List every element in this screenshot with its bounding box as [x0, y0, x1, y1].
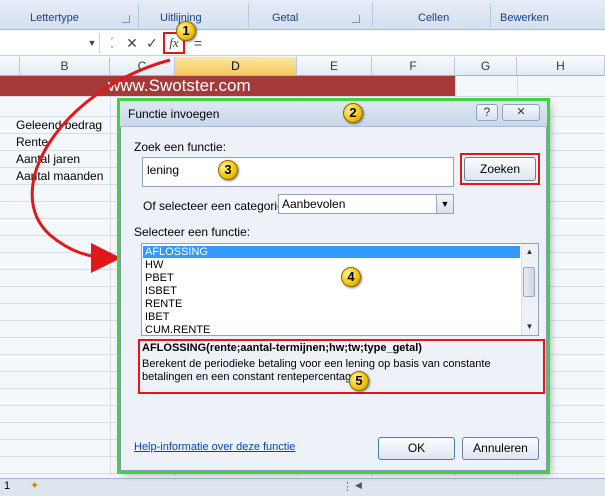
- step-badge-2: 2: [343, 103, 363, 123]
- step-badge-3: 3: [218, 160, 238, 180]
- step-badge-4: 4: [341, 267, 361, 287]
- step-badge-5: 5: [349, 371, 369, 391]
- highlight-dialog: [117, 98, 550, 474]
- step-badge-1: 1: [176, 21, 196, 41]
